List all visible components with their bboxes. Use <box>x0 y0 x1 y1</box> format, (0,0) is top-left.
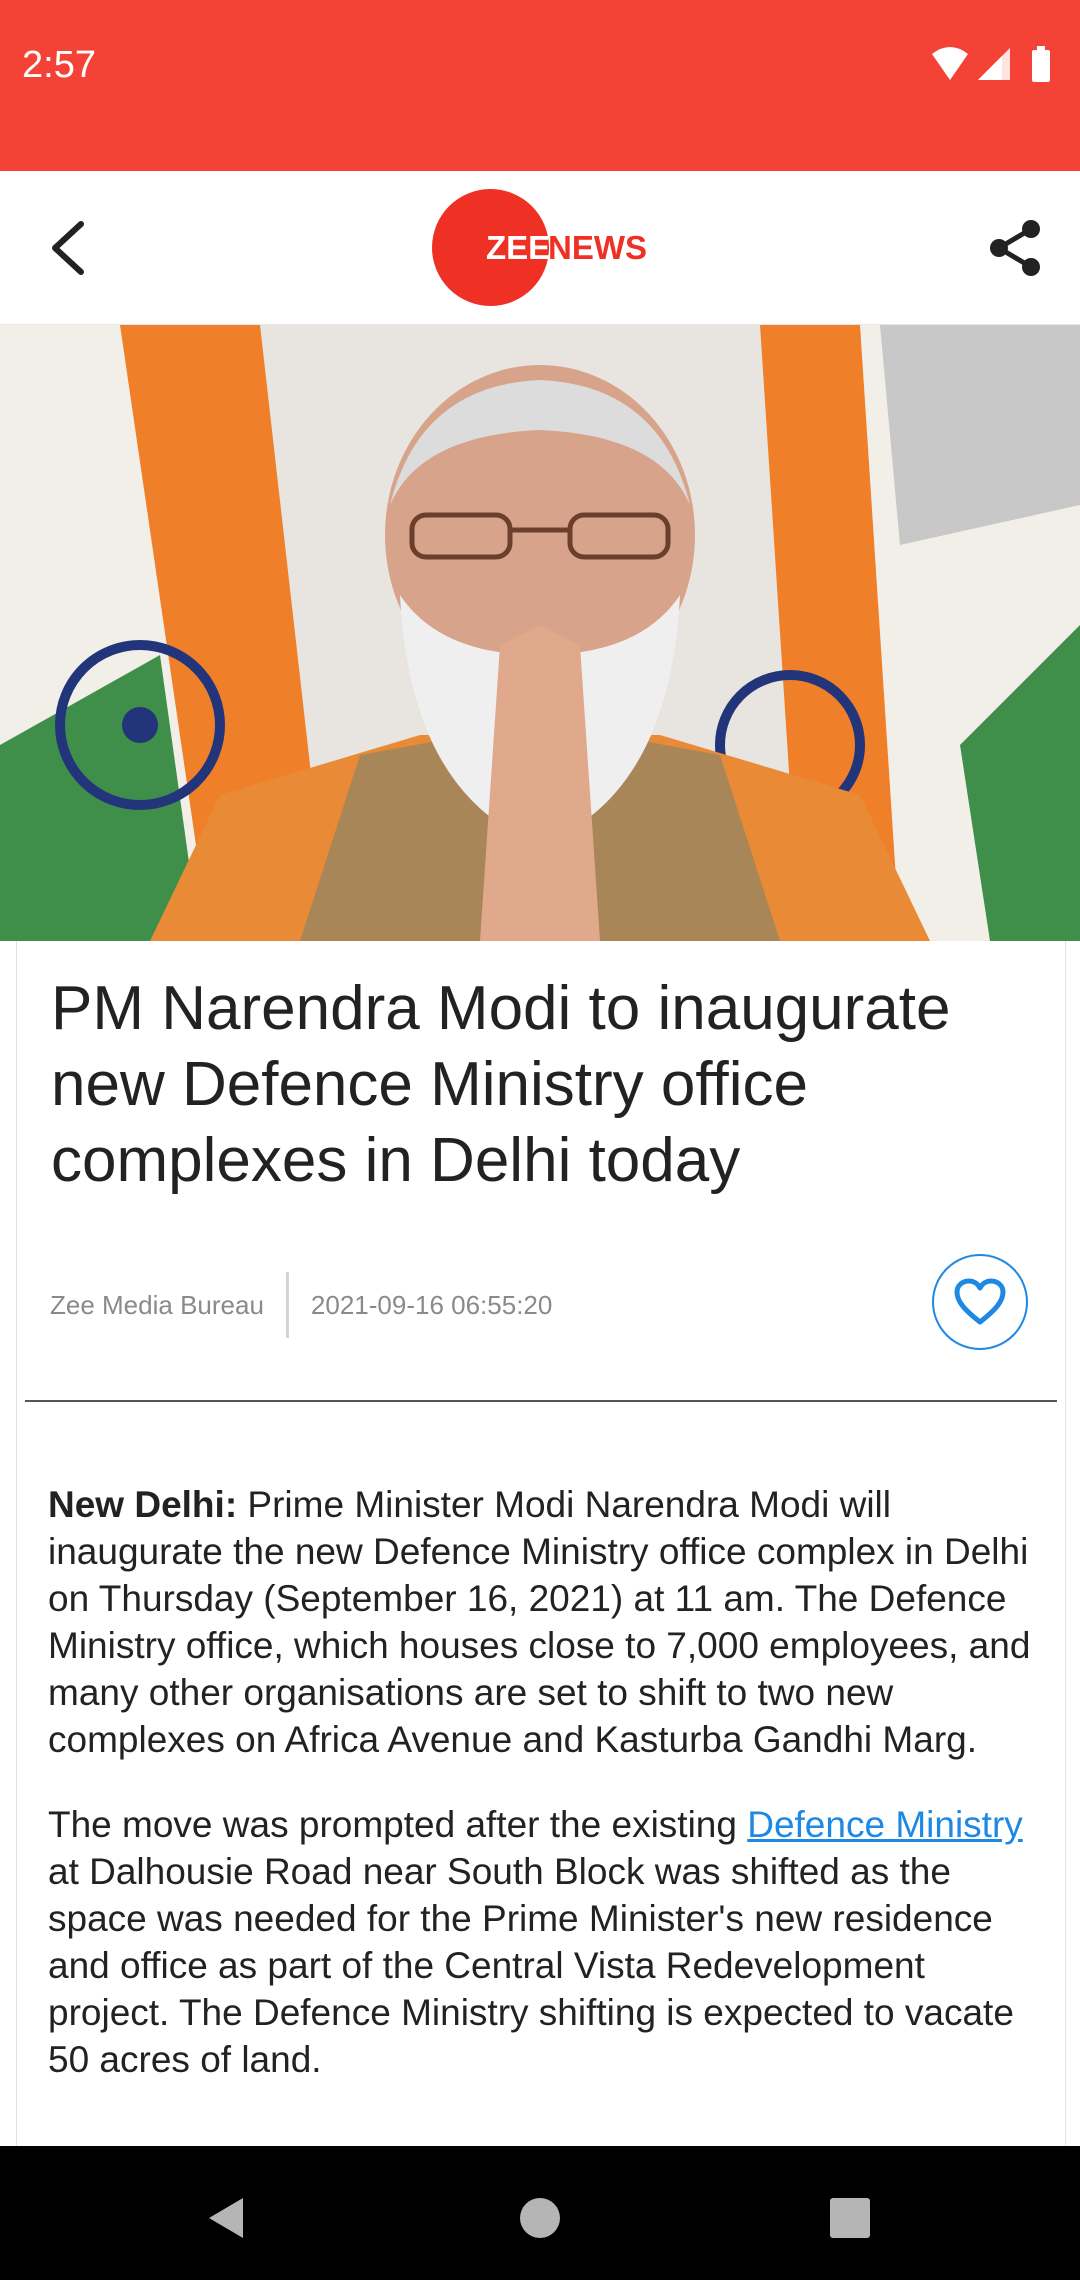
article-paragraph: The move was prompted after the existing… <box>48 1801 1038 2083</box>
status-time: 2:57 <box>22 44 96 86</box>
app-bar: ZEE NEWS <box>0 171 1080 325</box>
article-divider <box>25 1400 1057 1402</box>
article-meta: Zee Media Bureau 2021-09-16 06:55:20 <box>50 1272 552 1338</box>
paragraph-text: Prime Minister Modi Narendra Modi will i… <box>48 1484 1031 1760</box>
meta-divider <box>285 1272 289 1338</box>
article-hero-image <box>0 325 1080 941</box>
nav-home-icon <box>520 2198 560 2238</box>
share-button[interactable] <box>980 213 1050 283</box>
article-date: 2021-09-16 06:55:20 <box>310 1289 553 1320</box>
favorite-button[interactable] <box>932 1254 1028 1350</box>
battery-icon <box>1032 46 1050 82</box>
back-button[interactable] <box>32 213 102 283</box>
status-bar: 2:57 <box>0 0 1080 171</box>
logo-news-text: NEWS <box>548 229 647 266</box>
system-nav-bar <box>0 2146 1080 2280</box>
nav-recents-button[interactable] <box>820 2188 880 2248</box>
article-headline: PM Narendra Modi to inaugurate new Defen… <box>51 974 951 1195</box>
paragraph-text: The move was prompted after the existing <box>48 1804 748 1845</box>
zee-news-logo: ZEE NEWS <box>432 189 672 306</box>
article-body: New Delhi: Prime Minister Modi Narendra … <box>48 1481 1038 2121</box>
article-author: Zee Media Bureau <box>50 1289 264 1320</box>
hero-photo <box>0 325 1080 941</box>
article-paragraph: New Delhi: Prime Minister Modi Narendra … <box>48 1481 1038 1763</box>
nav-back-icon <box>209 2198 243 2238</box>
defence-ministry-link[interactable]: Defence Ministry <box>747 1804 1023 1845</box>
signal-icon <box>978 48 1010 80</box>
nav-back-button[interactable] <box>196 2188 256 2248</box>
share-icon <box>990 220 1040 276</box>
status-icons <box>932 46 1050 82</box>
article-card: PM Narendra Modi to inaugurate new Defen… <box>16 941 1066 2146</box>
nav-recents-icon <box>830 2198 870 2238</box>
logo-zee-text: ZEE <box>486 229 551 266</box>
paragraph-text: at Dalhousie Road near South Block was s… <box>48 1851 1014 2080</box>
back-arrow-icon <box>52 221 84 275</box>
heart-outline-icon <box>954 1278 1006 1325</box>
wifi-icon <box>932 47 968 80</box>
nav-home-button[interactable] <box>510 2188 570 2248</box>
dateline: New Delhi: <box>48 1484 238 1525</box>
